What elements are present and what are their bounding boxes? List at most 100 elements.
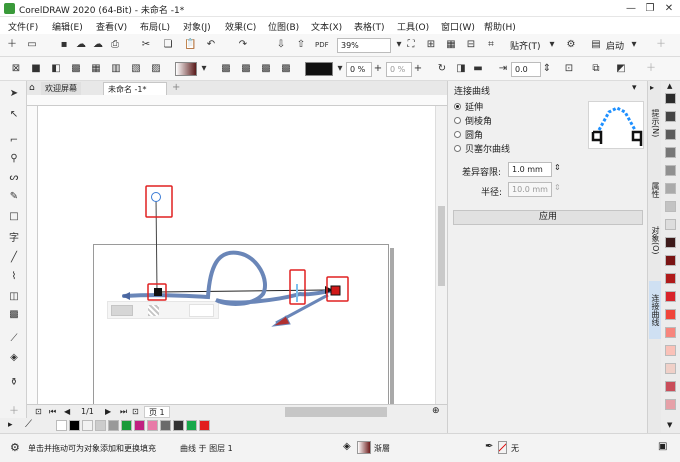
color-swatch[interactable] <box>665 111 676 122</box>
two-color-pattern-fill-icon[interactable]: ▥ <box>110 63 122 75</box>
color-swatch[interactable] <box>665 309 676 320</box>
smart-fill-icon[interactable]: ⚱ <box>8 377 20 389</box>
reverse-fill-icon[interactable]: ↻ <box>436 63 448 75</box>
launch-icon[interactable]: ▤ <box>590 39 602 51</box>
vertical-scrollbar[interactable] <box>435 106 447 404</box>
close-icon[interactable]: ✕ <box>662 2 676 15</box>
zoom-level-field[interactable]: 39% <box>337 38 391 53</box>
acceleration-icon[interactable]: ⇥ <box>497 63 509 75</box>
chevron-down-icon[interactable]: ▾ <box>393 39 405 51</box>
settings-gear-icon[interactable]: ⚙ <box>565 39 577 51</box>
menu-window[interactable]: 窗口(W) <box>441 20 475 33</box>
tab-welcome-screen[interactable]: 欢迎屏幕 <box>41 82 81 95</box>
artistic-media-icon[interactable]: ✎ <box>8 191 20 203</box>
option-fillet[interactable]: 圆角 <box>454 129 483 141</box>
mirror-fill-icon[interactable]: ◨ <box>455 63 467 75</box>
bitmap-pattern-fill-icon[interactable]: ▦ <box>90 63 102 75</box>
color-swatch[interactable] <box>56 420 67 431</box>
menu-help[interactable]: 帮助(H) <box>484 20 516 33</box>
texture-fill-icon[interactable]: ▧ <box>130 63 142 75</box>
home-icon[interactable]: ⌂ <box>29 83 35 93</box>
show-guidelines-icon[interactable]: ⊟ <box>465 39 477 51</box>
color-swatch[interactable] <box>665 147 676 158</box>
eyedropper-icon[interactable]: ⟋ <box>8 333 20 345</box>
radius-field[interactable]: 10.0 mm <box>508 182 552 197</box>
menu-bitmaps[interactable]: 位图(B) <box>268 20 299 33</box>
color-swatch[interactable] <box>665 219 676 230</box>
scrollbar-thumb[interactable] <box>438 206 445 286</box>
stepper-icon[interactable]: ⇕ <box>541 63 553 75</box>
color-swatch[interactable] <box>665 183 676 194</box>
color-swatch[interactable] <box>665 381 676 392</box>
show-rulers-icon[interactable]: ⊞ <box>425 39 437 51</box>
chevron-down-icon[interactable]: ▾ <box>198 63 210 75</box>
color-swatch[interactable] <box>665 399 676 410</box>
parallel-dimension-icon[interactable]: ╱ <box>8 252 20 264</box>
menu-effects[interactable]: 效果(C) <box>225 20 256 33</box>
menu-file[interactable]: 文件(F) <box>8 20 38 33</box>
tolerance-field[interactable]: 1.0 mm <box>508 162 552 177</box>
color-management-icon[interactable]: ▣ <box>658 441 667 452</box>
first-page-icon[interactable]: ⏮ <box>49 407 56 417</box>
add-tool-icon[interactable]: ＋ <box>8 406 20 418</box>
menu-tools[interactable]: 工具(O) <box>397 20 429 33</box>
undo-icon[interactable]: ↶ <box>205 39 217 51</box>
open-folder-icon[interactable]: ▭ <box>26 39 38 51</box>
drawing-canvas[interactable] <box>38 106 447 404</box>
shape-tool-icon[interactable]: ↖ <box>8 109 20 121</box>
horizontal-ruler[interactable] <box>27 95 447 106</box>
menu-view[interactable]: 查看(V) <box>96 20 127 33</box>
text-tool-icon[interactable]: 字 <box>8 233 20 245</box>
first-page-icon[interactable]: ⊡ <box>35 407 42 416</box>
fountain-fill-icon[interactable]: ◧ <box>50 63 62 75</box>
full-screen-icon[interactable]: ⛶ <box>405 39 417 51</box>
color-swatch[interactable] <box>121 420 132 431</box>
docker-options-icon[interactable]: ▾ <box>632 83 637 93</box>
launch-dropdown[interactable]: 启动 <box>606 39 624 52</box>
color-swatch[interactable] <box>82 420 93 431</box>
show-grid-icon[interactable]: ▦ <box>445 39 457 51</box>
chevron-down-icon[interactable]: ▾ <box>628 39 640 51</box>
no-fill-icon[interactable]: ⊠ <box>10 63 22 75</box>
pick-tool-icon[interactable]: ➤ <box>8 88 20 100</box>
menu-edit[interactable]: 编辑(E) <box>52 20 83 33</box>
tab-properties[interactable]: 属性 <box>649 177 661 203</box>
node-color-swatch[interactable] <box>305 62 333 76</box>
copy-fill-icon[interactable]: ⧉ <box>590 63 602 75</box>
tab-untitled-1[interactable]: 未命名 -1* <box>103 82 167 95</box>
cloud-download-icon[interactable]: ☁ <box>92 39 104 51</box>
node-position-field[interactable]: 0 % <box>386 62 412 77</box>
tab-objects[interactable]: 对象(O) <box>649 215 661 265</box>
chevron-down-icon[interactable]: ▾ <box>334 63 346 75</box>
palette-arrow-icon[interactable]: ▸ <box>8 420 13 430</box>
zoom-tool-icon[interactable]: ⚲ <box>8 153 20 165</box>
rectangular-fountain-icon[interactable]: ▩ <box>280 63 292 75</box>
color-swatch[interactable] <box>665 93 676 104</box>
color-swatch[interactable] <box>134 420 145 431</box>
color-swatch[interactable] <box>665 165 676 176</box>
tab-connect-curves[interactable]: 连接曲线 <box>649 281 661 339</box>
add-page-icon[interactable]: ⊡ <box>132 407 139 416</box>
option-bezier[interactable]: 贝塞尔曲线 <box>454 143 510 155</box>
add-toolbar-icon[interactable]: ＋ <box>655 39 667 51</box>
vector-pattern-fill-icon[interactable]: ▩ <box>70 63 82 75</box>
color-swatch[interactable] <box>95 420 106 431</box>
option-chamfer[interactable]: 倒棱角 <box>454 115 492 127</box>
linear-fountain-icon[interactable]: ▩ <box>220 63 232 75</box>
color-swatch[interactable] <box>665 129 676 140</box>
menu-table[interactable]: 表格(T) <box>354 20 385 33</box>
last-page-icon[interactable]: ⏭ <box>120 407 127 417</box>
scroll-up-icon[interactable]: ▲ <box>667 82 672 90</box>
import-icon[interactable]: ⇩ <box>275 39 287 51</box>
color-swatch[interactable] <box>665 291 676 302</box>
publish-pdf-icon[interactable]: PDF <box>315 39 329 51</box>
restore-icon[interactable]: ❐ <box>643 2 657 15</box>
previous-page-icon[interactable]: ◀ <box>64 407 70 416</box>
connector-tool-icon[interactable]: ⌇ <box>8 271 20 283</box>
postscript-fill-icon[interactable]: ▨ <box>150 63 162 75</box>
rectangle-tool-icon[interactable]: □ <box>8 211 20 223</box>
horizontal-scrollbar-thumb[interactable] <box>285 407 387 417</box>
new-document-icon[interactable]: ＋ <box>6 39 18 51</box>
color-swatch[interactable] <box>108 420 119 431</box>
color-swatch[interactable] <box>665 327 676 338</box>
